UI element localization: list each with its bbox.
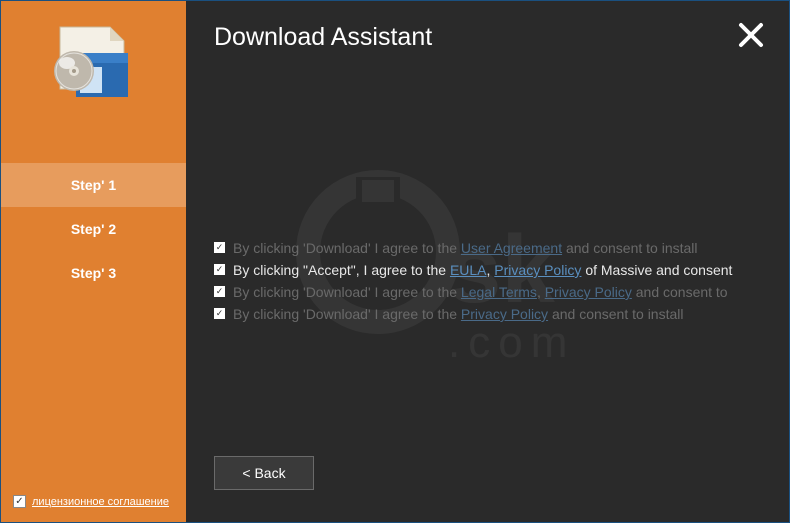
step-3[interactable]: Step' 3: [1, 251, 186, 295]
agreement-link[interactable]: Privacy Policy: [461, 306, 548, 322]
agreement-link[interactable]: User Agreement: [461, 240, 562, 256]
agreement-link[interactable]: EULA: [450, 262, 487, 278]
license-agreement-row: ✓ лицензионное соглашение: [13, 495, 169, 508]
installer-window: Step' 1 Step' 2 Step' 3 ✓ лицензионное с…: [0, 0, 790, 523]
agreement-checkbox[interactable]: ✓: [214, 242, 225, 253]
license-link[interactable]: лицензионное соглашение: [32, 496, 169, 508]
agreements-list: ✓ By clicking 'Download' I agree to the U…: [214, 237, 765, 325]
step-label: Step' 3: [71, 265, 116, 281]
agreement-text: By clicking "Accept", I agree to the EUL…: [233, 259, 765, 281]
agreement-text: By clicking 'Download' I agree to the Pr…: [233, 303, 765, 325]
agreement-checkbox[interactable]: ✓: [214, 308, 225, 319]
main-panel: sk .com Download Assistant ✓By clicking …: [186, 1, 789, 522]
back-button-label: < Back: [242, 465, 285, 481]
step-list: Step' 1 Step' 2 Step' 3: [1, 163, 186, 295]
step-2[interactable]: Step' 2: [1, 207, 186, 251]
agreement-line: ✓ By clicking "Accept", I agree to the EU…: [214, 259, 765, 281]
agreement-text: By clicking 'Download' I agree to the Le…: [233, 281, 765, 303]
agreement-line: ✓ By clicking 'Download' I agree to the U…: [214, 237, 765, 259]
agreement-line: ✓ By clicking 'Download' I agree to the P…: [214, 303, 765, 325]
agreement-text: By clicking 'Download' I agree to the Us…: [233, 237, 765, 259]
agreement-link[interactable]: Legal Terms: [461, 284, 537, 300]
agreement-checkbox[interactable]: ✓: [214, 286, 225, 297]
page-title: Download Assistant: [214, 23, 432, 52]
back-button[interactable]: < Back: [214, 456, 314, 490]
step-1[interactable]: Step' 1: [1, 163, 186, 207]
sidebar: Step' 1 Step' 2 Step' 3 ✓ лицензионное с…: [1, 1, 186, 522]
step-label: Step' 1: [71, 177, 116, 193]
agreement-checkbox[interactable]: ✓: [214, 264, 225, 275]
agreement-link[interactable]: Privacy Policy: [494, 262, 581, 278]
license-checkbox[interactable]: ✓: [13, 495, 26, 508]
close-button[interactable]: [737, 21, 765, 49]
installer-package-icon: [54, 23, 134, 103]
close-icon: [737, 21, 765, 49]
agreement-link[interactable]: Privacy Policy: [545, 284, 632, 300]
step-label: Step' 2: [71, 221, 116, 237]
agreement-line: ✓ By clicking 'Download' I agree to the L…: [214, 281, 765, 303]
